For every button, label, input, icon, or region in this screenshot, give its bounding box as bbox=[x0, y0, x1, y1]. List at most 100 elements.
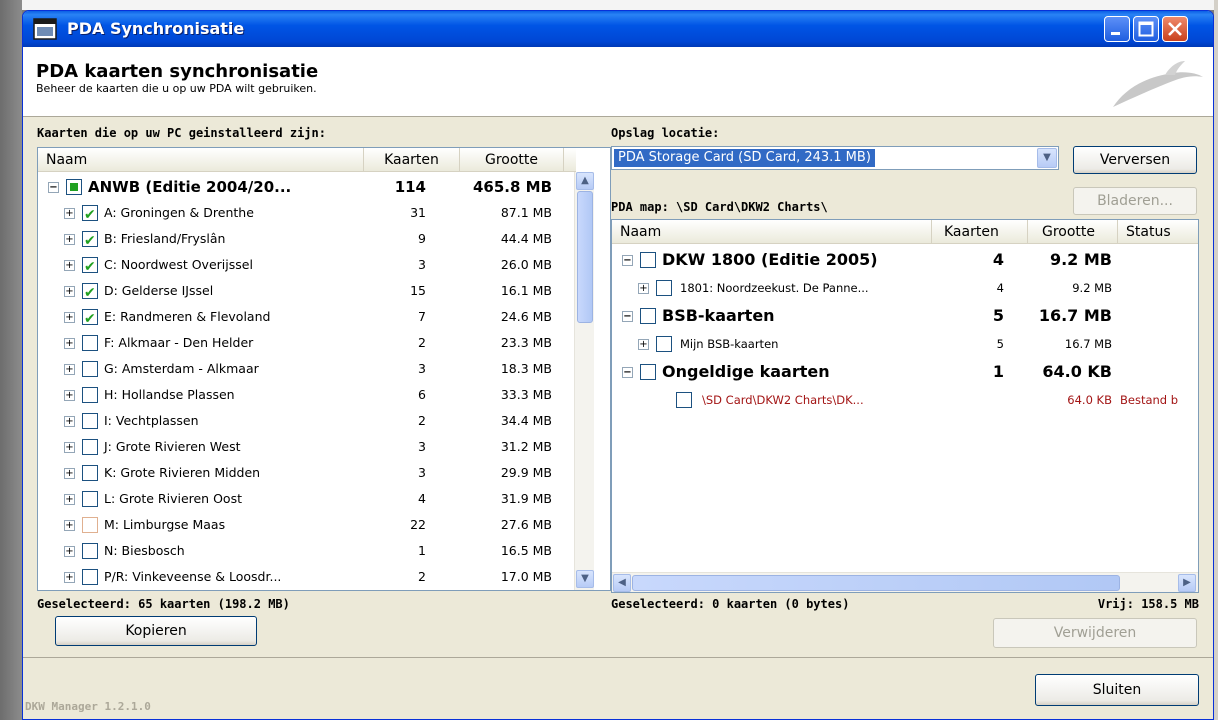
pda-map-checkbox[interactable] bbox=[640, 308, 656, 324]
tree-item-row[interactable]: + C: Noordwest Overijssel 3 26.0 MB bbox=[38, 252, 574, 280]
pda-column-header-name[interactable]: Naam bbox=[612, 220, 932, 244]
map-checkbox[interactable] bbox=[82, 254, 98, 280]
map-checkbox[interactable] bbox=[82, 361, 98, 377]
installed-list-scrollbar[interactable]: ▲ ▼ bbox=[574, 172, 594, 590]
map-checkbox[interactable] bbox=[82, 413, 98, 429]
pda-maps-list[interactable]: Naam Kaarten Grootte Status − DKW 1800 (E… bbox=[611, 219, 1199, 593]
tree-item-row[interactable]: + M: Limburgse Maas 22 27.6 MB bbox=[38, 512, 574, 538]
tree-item-row[interactable]: + A: Groningen & Drenthe 31 87.1 MB bbox=[38, 200, 574, 228]
map-checkbox[interactable] bbox=[82, 543, 98, 559]
pda-item-row[interactable]: \SD Card\DKW2 Charts\DK... 64.0 KB Bestand… bbox=[612, 386, 1198, 414]
map-checkbox[interactable] bbox=[82, 280, 98, 306]
column-header-size[interactable]: Grootte bbox=[460, 148, 564, 172]
collapse-icon[interactable]: − bbox=[622, 311, 633, 322]
expand-icon[interactable]: + bbox=[64, 442, 75, 453]
map-checkbox[interactable] bbox=[82, 306, 98, 332]
chevron-down-icon[interactable]: ▼ bbox=[1037, 148, 1057, 168]
expand-icon[interactable]: + bbox=[64, 208, 75, 219]
pda-map-checkbox[interactable] bbox=[656, 336, 672, 352]
map-count: 2 bbox=[418, 413, 426, 428]
map-checkbox[interactable] bbox=[82, 517, 98, 533]
expand-icon[interactable]: + bbox=[64, 468, 75, 479]
pda-column-header-size[interactable]: Grootte bbox=[1028, 220, 1118, 244]
map-count: 3 bbox=[418, 465, 426, 480]
expand-icon[interactable]: + bbox=[64, 416, 75, 427]
pda-group-row[interactable]: − BSB-kaarten 5 16.7 MB bbox=[612, 302, 1198, 330]
tree-item-row[interactable]: + J: Grote Rivieren West 3 31.2 MB bbox=[38, 434, 574, 460]
refresh-button[interactable]: Verversen bbox=[1073, 146, 1197, 174]
map-checkbox[interactable] bbox=[82, 228, 98, 254]
copy-button[interactable]: Kopieren bbox=[55, 616, 257, 646]
expand-icon[interactable]: + bbox=[64, 234, 75, 245]
pda-map-checkbox[interactable] bbox=[640, 364, 656, 380]
tree-item-row[interactable]: + H: Hollandse Plassen 6 33.3 MB bbox=[38, 382, 574, 408]
expand-icon[interactable]: + bbox=[64, 546, 75, 557]
tree-item-row[interactable]: + L: Grote Rivieren Oost 4 31.9 MB bbox=[38, 486, 574, 512]
map-checkbox[interactable] bbox=[82, 335, 98, 351]
pda-column-header-status[interactable]: Status bbox=[1118, 220, 1198, 244]
pda-item-row[interactable]: + Mijn BSB-kaarten 5 16.7 MB bbox=[612, 330, 1198, 358]
tree-item-row[interactable]: + B: Friesland/Fryslân 9 44.4 MB bbox=[38, 226, 574, 254]
expand-icon[interactable]: + bbox=[638, 283, 649, 294]
close-window-button[interactable] bbox=[1162, 16, 1188, 42]
map-size: 29.9 MB bbox=[500, 465, 552, 480]
tree-item-row[interactable]: + F: Alkmaar - Den Helder 2 23.3 MB bbox=[38, 330, 574, 356]
expand-icon[interactable]: + bbox=[64, 312, 75, 323]
collapse-icon[interactable]: − bbox=[48, 182, 59, 193]
tree-group-row[interactable]: − ANWB (Editie 2004/20... 114 465.8 MB bbox=[38, 174, 574, 200]
browse-button[interactable]: Bladeren... bbox=[1073, 187, 1197, 215]
pda-column-header-count[interactable]: Kaarten bbox=[932, 220, 1028, 244]
pda-group-row[interactable]: − DKW 1800 (Editie 2005) 4 9.2 MB bbox=[612, 246, 1198, 274]
title-bar[interactable]: PDA Synchronisatie bbox=[23, 11, 1213, 47]
close-button[interactable]: Sluiten bbox=[1035, 674, 1199, 706]
tree-item-row[interactable]: + K: Grote Rivieren Midden 3 29.9 MB bbox=[38, 460, 574, 486]
pda-item-row[interactable]: +1801: Noordzeekust. De Panne... 4 9.2 MB bbox=[612, 274, 1198, 302]
pda-list-hscrollbar[interactable]: ◀ ▶ bbox=[612, 572, 1198, 592]
pda-map-count: 1 bbox=[992, 362, 1004, 381]
hscroll-thumb[interactable] bbox=[632, 575, 1120, 591]
collapse-icon[interactable]: − bbox=[622, 255, 633, 266]
pda-map-name: Ongeldige kaarten bbox=[662, 362, 830, 381]
expand-icon[interactable]: + bbox=[64, 364, 75, 375]
scroll-thumb[interactable] bbox=[577, 191, 593, 323]
tree-item-row[interactable]: + N: Biesbosch 1 16.5 MB bbox=[38, 538, 574, 564]
map-checkbox[interactable] bbox=[82, 491, 98, 507]
map-count: 22 bbox=[410, 517, 426, 532]
delete-button[interactable]: Verwijderen bbox=[993, 618, 1197, 648]
installed-maps-list[interactable]: Naam Kaarten Grootte − ANWB (Editie 2004/… bbox=[37, 147, 611, 591]
column-header-name[interactable]: Naam bbox=[38, 148, 364, 172]
tree-item-row[interactable]: + E: Randmeren & Flevoland 7 24.6 MB bbox=[38, 304, 574, 332]
expand-icon[interactable]: + bbox=[64, 520, 75, 531]
storage-location-select[interactable]: PDA Storage Card (SD Card, 243.1 MB) ▼ bbox=[611, 146, 1059, 170]
expand-icon[interactable]: + bbox=[638, 339, 649, 350]
expand-icon[interactable]: + bbox=[64, 338, 75, 349]
scroll-up-button[interactable]: ▲ bbox=[576, 172, 594, 190]
scroll-left-button[interactable]: ◀ bbox=[613, 574, 631, 592]
map-checkbox[interactable] bbox=[82, 387, 98, 403]
pda-map-checkbox[interactable] bbox=[656, 280, 672, 296]
pda-map-checkbox[interactable] bbox=[676, 392, 692, 408]
collapse-icon[interactable]: − bbox=[622, 367, 633, 378]
tree-item-row[interactable]: + D: Gelderse IJssel 15 16.1 MB bbox=[38, 278, 574, 306]
maximize-button[interactable] bbox=[1133, 16, 1159, 42]
pda-map-size: 9.2 MB bbox=[1049, 250, 1112, 269]
map-checkbox[interactable] bbox=[66, 179, 82, 195]
scroll-down-button[interactable]: ▼ bbox=[576, 570, 594, 588]
expand-icon[interactable]: + bbox=[64, 286, 75, 297]
map-checkbox[interactable] bbox=[82, 202, 98, 228]
map-checkbox[interactable] bbox=[82, 439, 98, 455]
map-checkbox[interactable] bbox=[82, 569, 98, 585]
expand-icon[interactable]: + bbox=[64, 260, 75, 271]
pda-group-row[interactable]: − Ongeldige kaarten 1 64.0 KB bbox=[612, 358, 1198, 386]
expand-icon[interactable]: + bbox=[64, 390, 75, 401]
expand-icon[interactable]: + bbox=[64, 572, 75, 583]
pda-map-checkbox[interactable] bbox=[640, 252, 656, 268]
expand-icon[interactable]: + bbox=[64, 494, 75, 505]
map-checkbox[interactable] bbox=[82, 465, 98, 481]
minimize-button[interactable] bbox=[1104, 16, 1130, 42]
tree-item-row[interactable]: + P/R: Vinkeveense & Loosdr... 2 17.0 MB bbox=[38, 564, 574, 590]
tree-item-row[interactable]: + G: Amsterdam - Alkmaar 3 18.3 MB bbox=[38, 356, 574, 382]
column-header-count[interactable]: Kaarten bbox=[364, 148, 460, 172]
tree-item-row[interactable]: + I: Vechtplassen 2 34.4 MB bbox=[38, 408, 574, 434]
scroll-right-button[interactable]: ▶ bbox=[1178, 574, 1196, 592]
